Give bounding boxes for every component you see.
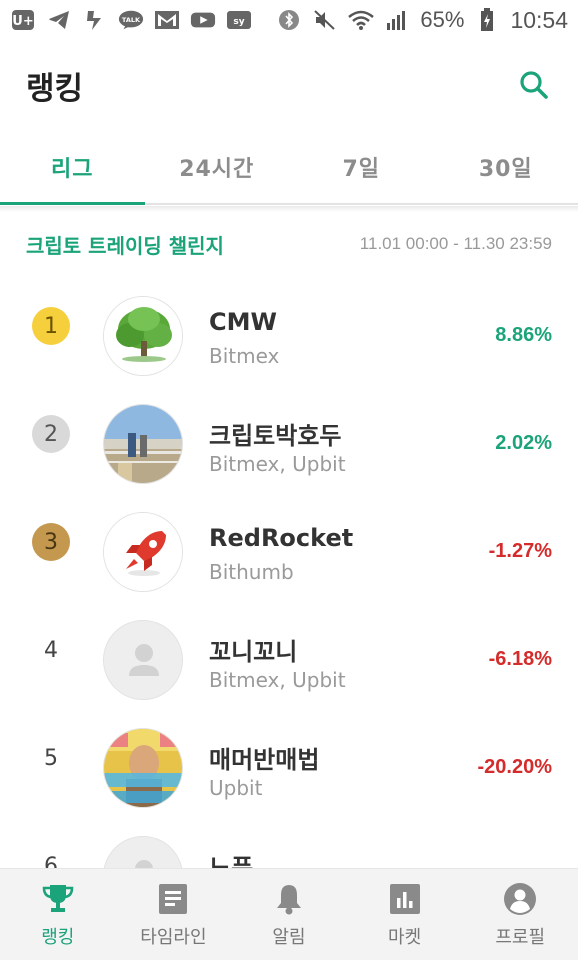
ranking-row-2[interactable]: 2 크립토박호두 Bitmex, Upbit 2.02% [0,378,578,486]
svg-text:U+: U+ [12,14,33,29]
avatar [103,620,183,700]
telegram-icon [46,9,72,31]
trader-name: CMW [209,308,277,336]
challenge-header: 크립토 트레이딩 챌린지 11.01 00:00 - 11.30 23:59 [0,222,578,266]
signal-icon [384,9,410,31]
document-icon [155,881,191,917]
trader-name: 꼬니꼬니 [209,638,298,666]
svg-text:sy: sy [233,17,244,27]
challenge-period: 11.01 00:00 - 11.30 23:59 [359,234,552,253]
trophy-icon [40,881,76,917]
nav-label: 알림 [272,926,306,948]
trader-exchanges: Bitmex, Upbit [209,668,346,692]
page-title: 랭킹 [26,70,84,107]
trader-exchanges: Bitmex, Upbit [209,452,346,476]
return-percent: 2.02% [495,432,552,454]
return-percent: 8.86% [495,324,552,346]
tab-30d[interactable]: 30일 [434,130,578,203]
bluetooth-icon [276,9,302,31]
youtube-icon [190,9,216,31]
nav-profile[interactable]: 프로필 [462,869,578,960]
landscape-avatar-image [104,405,182,483]
tab-league[interactable]: 리그 [0,130,145,205]
rank-number: 4 [44,637,58,663]
avatar [103,296,183,376]
clock: 10:54 [510,6,568,33]
tree-avatar-image [104,297,182,375]
notification-icons: U+ TALK sy [10,9,252,31]
ranking-row-3[interactable]: 3 RedRocket Bithumb -1.27% [0,486,578,594]
tab-24h[interactable]: 24시간 [145,130,290,203]
lightning-icon [82,9,108,31]
search-icon [520,71,548,99]
return-percent: -1.27% [488,540,552,562]
trader-name: 크립토박호두 [209,422,342,450]
trader-exchanges: Bithumb [209,560,294,584]
chart-icon [387,881,423,917]
status-bar: U+ TALK sy 65% 10:54 [0,0,578,40]
ranking-list: 1 CMW Bitmex 8.86% 2 크립토박호두 Bitmex, Upbi… [0,270,578,918]
tab-divider [0,206,578,212]
system-icons: 65% 10:54 [276,7,568,34]
ranking-screen: U+ TALK sy 65% 10:54 랭킹 리그 24시간 7일 30일 크… [0,0,578,960]
avatar [103,728,183,808]
u-plus-icon: U+ [10,9,36,31]
rank-badge: 2 [32,415,70,453]
bell-icon [271,881,307,917]
wifi-icon [348,9,375,31]
nav-timeline[interactable]: 타임라인 [116,869,232,960]
tab-7d[interactable]: 7일 [289,130,434,203]
meme-avatar-image [104,729,182,807]
nav-label: 마켓 [388,926,422,948]
sy-app-icon: sy [226,9,252,31]
ranking-row-4[interactable]: 4 꼬니꼬니 Bitmex, Upbit -6.18% [0,594,578,702]
nav-label: 타임라인 [140,926,207,948]
rank-badge: 1 [32,307,70,345]
ranking-row-5[interactable]: 5 매머반매법 Upbit -20.20% [0,702,578,810]
nav-label: 랭킹 [41,926,75,948]
nav-ranking[interactable]: 랭킹 [0,869,116,960]
nav-label: 프로필 [495,926,546,948]
gmail-icon [154,9,180,31]
bottom-navigation: 랭킹 타임라인 알림 마켓 프로필 [0,868,578,960]
trader-exchanges: Upbit [209,776,263,800]
app-header: 랭킹 [0,40,578,130]
rank-badge: 3 [32,523,70,561]
avatar [103,404,183,484]
ranking-row-1[interactable]: 1 CMW Bitmex 8.86% [0,270,578,378]
svg-text:TALK: TALK [122,16,141,24]
profile-icon [502,881,538,917]
battery-icon [474,8,500,31]
battery-percent: 65% [420,7,465,32]
nav-market[interactable]: 마켓 [347,869,463,960]
nav-alerts[interactable]: 알림 [231,869,347,960]
challenge-title: 크립토 트레이딩 챌린지 [26,233,224,258]
mute-icon [312,9,338,31]
return-percent: -6.18% [488,648,552,670]
avatar [103,512,183,592]
default-user-icon [104,621,182,699]
period-tabs: 리그 24시간 7일 30일 [0,130,578,205]
trader-exchanges: Bitmex [209,344,280,368]
rocket-icon [104,513,182,591]
trader-name: RedRocket [209,524,354,552]
return-percent: -20.20% [477,756,553,778]
rank-number: 5 [44,745,58,771]
trader-name: 매머반매법 [209,746,320,774]
kakaotalk-icon: TALK [118,9,144,31]
search-button[interactable] [514,65,554,105]
